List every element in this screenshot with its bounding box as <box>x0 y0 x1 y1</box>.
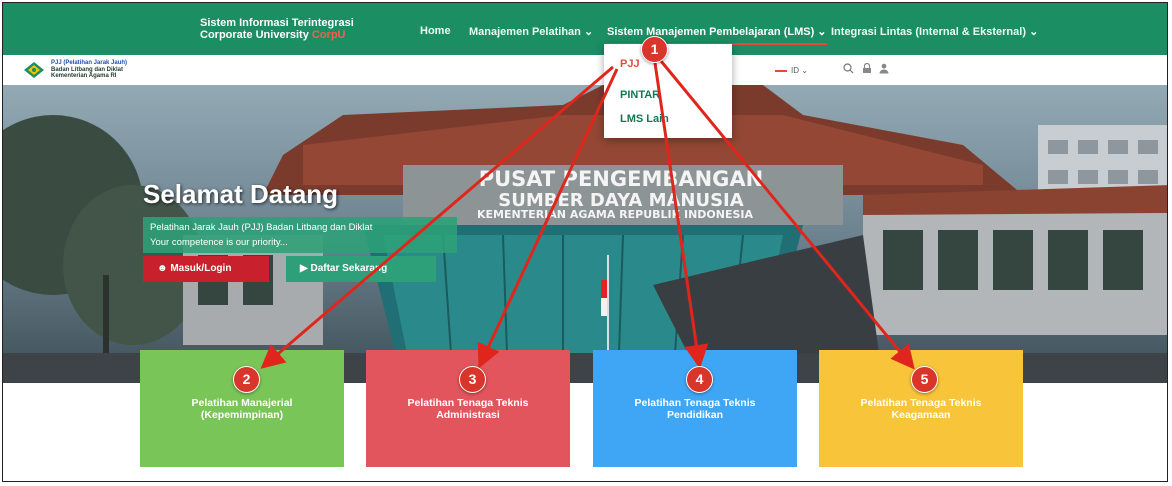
step-marker-4: 4 <box>686 366 713 393</box>
arrow-to-card-3 <box>653 62 709 369</box>
arrow-to-card-1 <box>260 65 614 369</box>
step-marker-2: 2 <box>233 366 260 393</box>
arrow-to-card-4 <box>659 60 915 370</box>
step-marker-1: 1 <box>641 36 668 63</box>
browser-frame: Sistem Informasi Terintegrasi Corporate … <box>2 2 1168 482</box>
step-marker-3: 3 <box>459 366 486 393</box>
arrow-to-card-2 <box>477 68 619 369</box>
step-marker-5: 5 <box>911 366 938 393</box>
annotation-arrows <box>260 60 915 370</box>
